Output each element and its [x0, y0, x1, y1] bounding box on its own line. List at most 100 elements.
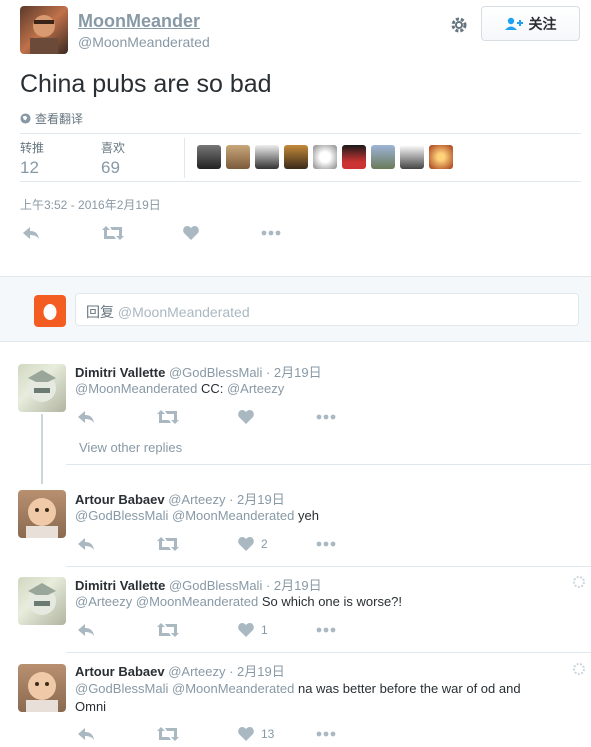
reply-avatar[interactable]: [18, 364, 66, 412]
reply-prefix: 回复: [86, 304, 114, 320]
reply-options-icon[interactable]: [573, 576, 585, 588]
reply-text: @MoonMeanderated CC: @Arteezy: [75, 381, 284, 396]
reply-thread-line: [41, 414, 43, 484]
author-handle[interactable]: @MoonMeanderated: [78, 34, 210, 50]
retweet-icon[interactable]: [102, 226, 124, 240]
more-icon[interactable]: [316, 627, 336, 633]
like-icon[interactable]: [183, 226, 199, 240]
reply-icon[interactable]: [77, 727, 95, 741]
liker-avatar[interactable]: [255, 145, 279, 169]
like-icon[interactable]: 13: [238, 727, 274, 741]
liker-avatar[interactable]: [226, 145, 250, 169]
gear-icon[interactable]: [449, 15, 469, 35]
tweet-timestamp[interactable]: 上午3:52 - 2016年2月19日: [20, 196, 161, 213]
follow-label: 关注: [528, 15, 557, 32]
reply-divider: [66, 652, 591, 653]
avatar-portrait-icon: [28, 370, 56, 402]
follow-button[interactable]: 关注: [481, 6, 580, 41]
reply-date[interactable]: · 2月19日: [229, 492, 285, 507]
reply-body: So which one is worse?!: [261, 594, 403, 609]
reply-author-handle[interactable]: @GodBlessMali: [169, 578, 262, 593]
reply-mentions[interactable]: @GodBlessMali @MoonMeanderated: [75, 681, 294, 696]
translate-link[interactable]: 查看翻译: [20, 110, 83, 127]
reply-author-name[interactable]: Artour Babaev: [75, 492, 165, 507]
reply-options-icon[interactable]: [573, 663, 585, 675]
likes-count: 69: [101, 158, 120, 177]
retweet-icon[interactable]: [157, 727, 179, 741]
more-icon[interactable]: [316, 541, 336, 547]
reply-mentions[interactable]: @MoonMeanderated: [75, 381, 197, 396]
reply-header: Dimitri Vallette @GodBlessMali · 2月19日: [75, 362, 322, 381]
reply-actions: 1: [75, 623, 375, 643]
reply-divider: [66, 464, 591, 465]
reply-input[interactable]: 回复 @MoonMeanderated: [75, 293, 579, 326]
reply-header: Artour Babaev @Arteezy · 2月19日: [75, 489, 285, 508]
reply-date[interactable]: · 2月19日: [266, 365, 322, 380]
liker-avatar[interactable]: [400, 145, 424, 169]
like-icon[interactable]: 1: [238, 623, 268, 637]
avatar-portrait-icon: [26, 672, 58, 712]
reply-avatar[interactable]: [18, 577, 66, 625]
like-icon[interactable]: 2: [238, 537, 268, 551]
reply-avatar[interactable]: [18, 490, 66, 538]
retweets-count: 12: [20, 158, 39, 177]
reply-date[interactable]: · 2月19日: [229, 664, 285, 679]
reply-icon[interactable]: [77, 537, 95, 551]
reply-author-name[interactable]: Dimitri Vallette: [75, 578, 165, 593]
reply-author-name[interactable]: Artour Babaev: [75, 664, 165, 679]
reply-body: yeh: [297, 508, 319, 523]
more-icon[interactable]: [316, 731, 336, 737]
liker-avatar[interactable]: [371, 145, 395, 169]
avatar-portrait-icon: [28, 583, 56, 615]
reply-icon[interactable]: [22, 226, 40, 240]
reply-mentions[interactable]: @GodBlessMali @MoonMeanderated: [75, 508, 294, 523]
retweets-stat[interactable]: 转推 12: [20, 139, 44, 178]
retweet-icon[interactable]: [157, 410, 179, 424]
like-icon[interactable]: [238, 410, 261, 424]
reply-author-handle[interactable]: @Arteezy: [168, 492, 225, 507]
reply-author-handle[interactable]: @Arteezy: [168, 664, 225, 679]
reply-actions: 2: [75, 537, 375, 557]
reply-icon[interactable]: [77, 623, 95, 637]
liker-avatar[interactable]: [197, 145, 221, 169]
retweet-icon[interactable]: [157, 623, 179, 637]
avatar-portrait-icon: [26, 498, 58, 538]
like-count: 1: [261, 623, 268, 637]
reply-actions: 13: [75, 727, 375, 747]
reply-body-line2: Omni: [75, 699, 107, 714]
reply-author-name[interactable]: Dimitri Vallette: [75, 365, 165, 380]
like-count: 2: [261, 537, 268, 551]
stats-top-divider: [20, 133, 581, 134]
reply-date[interactable]: · 2月19日: [266, 578, 322, 593]
reply-trailing-mention[interactable]: @Arteezy: [227, 381, 284, 396]
author-avatar[interactable]: [20, 6, 68, 54]
retweets-label: 转推: [20, 141, 45, 155]
liker-avatar[interactable]: [342, 145, 366, 169]
author-display-name[interactable]: MoonMeander: [78, 11, 200, 32]
reply-composer: 回复 @MoonMeanderated: [0, 276, 591, 342]
liker-avatar[interactable]: [429, 145, 453, 169]
reply-text: @GodBlessMali @MoonMeanderated na was be…: [75, 680, 575, 716]
liker-avatar[interactable]: [313, 145, 337, 169]
reply-text: @GodBlessMali @MoonMeanderated yeh: [75, 508, 319, 523]
view-other-replies-link[interactable]: View other replies: [79, 440, 182, 455]
reply-text: @Arteezy @MoonMeanderated So which one i…: [75, 594, 402, 609]
reply-mentions[interactable]: @Arteezy @MoonMeanderated: [75, 594, 258, 609]
stats-vertical-divider: [184, 138, 185, 178]
egg-icon: [43, 304, 57, 320]
reply-author-handle[interactable]: @GodBlessMali: [169, 365, 262, 380]
avatar-portrait-icon: [30, 15, 58, 54]
reply-divider: [66, 566, 591, 567]
liker-avatar[interactable]: [284, 145, 308, 169]
tweet-actions: [20, 226, 320, 246]
retweet-icon[interactable]: [157, 537, 179, 551]
reply-avatar[interactable]: [18, 664, 66, 712]
tweet-text: China pubs are so bad: [20, 70, 272, 98]
more-icon[interactable]: [261, 230, 281, 236]
likes-stat[interactable]: 喜欢 69: [101, 139, 125, 178]
more-icon[interactable]: [316, 414, 336, 420]
reply-icon[interactable]: [77, 410, 95, 424]
reply-body: na was better before the war of od and: [297, 681, 521, 696]
reply-handle: @MoonMeanderated: [117, 304, 250, 320]
egg-avatar: [34, 295, 66, 327]
